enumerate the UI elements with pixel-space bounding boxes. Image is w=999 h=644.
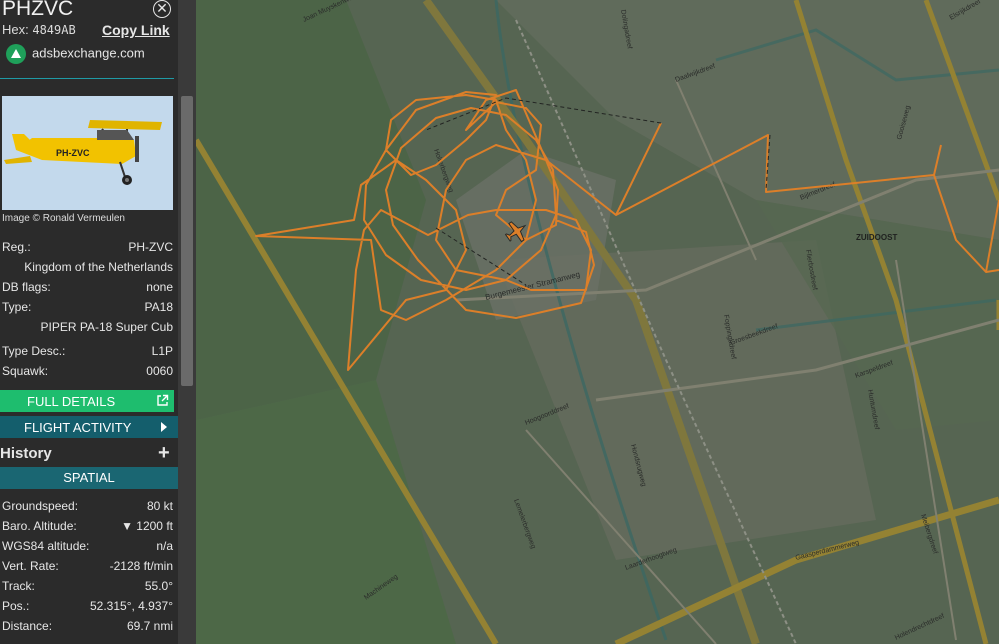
photo-credit: Image © Ronald Vermeulen (2, 213, 125, 224)
type-label: Type: (2, 300, 32, 314)
history-heading: History (0, 445, 52, 462)
squawk-row: Squawk: 0060 (2, 364, 173, 382)
callsign-title: PHZVC (2, 0, 74, 20)
squawk-value: 0060 (146, 364, 173, 378)
map-dim-overlay (196, 0, 999, 644)
copy-link-button[interactable]: Copy Link (102, 22, 170, 38)
distance-value: 69.7 nmi (126, 619, 173, 633)
aircraft-photo[interactable]: PH-ZVC (2, 96, 173, 210)
position-label: Pos.: (2, 599, 30, 613)
distance-row: Distance: 69.7 nmi (2, 619, 173, 637)
adsbexchange-logo-icon (6, 44, 26, 64)
groundspeed-value: 80 kt (146, 499, 173, 513)
hex-label: Hex: (2, 22, 29, 37)
map-canvas[interactable]: Daalwijkdreef Dolingadreef Bijlmerdreef … (196, 0, 999, 644)
wgs84-altitude-row: WGS84 altitude: n/a (2, 539, 173, 557)
groundspeed-label: Groundspeed: (2, 499, 79, 513)
full-details-label: FULL DETAILS (27, 394, 116, 409)
aircraft-info-panel: PHZVC ✕ Hex: 4849AB Copy Link adsbexchan… (0, 0, 178, 644)
vert-rate-row: Vert. Rate: -2128 ft/min (2, 559, 173, 577)
track-row: Track: 55.0° (2, 579, 173, 597)
external-link-icon (157, 394, 169, 406)
divider (0, 78, 174, 79)
baro-altitude-row: Baro. Altitude: ▼ 1200 ft (2, 519, 173, 537)
squawk-label: Squawk: (2, 364, 49, 378)
hex-value: 4849AB (32, 23, 76, 37)
type-desc-value: L1P (151, 344, 173, 358)
map-view[interactable]: Daalwijkdreef Dolingadreef Bijlmerdreef … (196, 0, 999, 644)
vert-rate-label: Vert. Rate: (2, 559, 59, 573)
type-value: PA18 (144, 300, 173, 314)
close-icon[interactable]: ✕ (153, 0, 171, 18)
position-value: 52.315°, 4.937° (90, 599, 173, 613)
db-flags-value: none (146, 280, 173, 294)
source-link[interactable]: adsbexchange.com (6, 44, 145, 64)
flight-activity-button[interactable]: FLIGHT ACTIVITY (0, 416, 178, 438)
scrollbar-thumb[interactable] (181, 96, 193, 386)
track-value: 55.0° (144, 579, 173, 593)
wgs84-altitude-value: n/a (156, 539, 173, 553)
country-value: Kingdom of the Netherlands (24, 260, 173, 274)
track-label: Track: (2, 579, 35, 593)
vert-rate-value: -2128 ft/min (109, 559, 173, 573)
full-details-button[interactable]: FULL DETAILS (0, 390, 174, 412)
panel-scrollbar[interactable] (178, 0, 196, 644)
position-row: Pos.: 52.315°, 4.937° (2, 599, 173, 617)
type-row: Type: PA18 (2, 300, 173, 318)
baro-altitude-value: ▼ 1200 ft (121, 519, 173, 533)
type-name-value: PIPER PA-18 Super Cub (40, 320, 173, 334)
groundspeed-row: Groundspeed: 80 kt (2, 499, 173, 517)
reg-label: Reg.: (2, 240, 31, 254)
reg-value: PH-ZVC (128, 240, 173, 254)
hex-row: Hex: 4849AB (2, 22, 76, 37)
type-desc-label: Type Desc.: (2, 344, 66, 358)
flight-activity-label: FLIGHT ACTIVITY (24, 420, 132, 435)
baro-altitude-label: Baro. Altitude: (2, 519, 77, 533)
db-flags-row: DB flags: none (2, 280, 173, 298)
type-name-row: PIPER PA-18 Super Cub (2, 320, 173, 338)
chevron-right-icon (161, 422, 167, 432)
wgs84-altitude-label: WGS84 altitude: (2, 539, 90, 553)
aircraft-photo-graphic: PH-ZVC (2, 96, 173, 210)
add-icon[interactable]: + (158, 443, 170, 463)
photo-tail-text: PH-ZVC (56, 148, 90, 158)
distance-label: Distance: (2, 619, 53, 633)
spatial-section-header[interactable]: SPATIAL (0, 467, 178, 489)
db-flags-label: DB flags: (2, 280, 51, 294)
country-row: Kingdom of the Netherlands (2, 260, 173, 278)
reg-row: Reg.: PH-ZVC (2, 240, 173, 258)
source-label: adsbexchange.com (32, 45, 145, 61)
type-desc-row: Type Desc.: L1P (2, 344, 173, 362)
